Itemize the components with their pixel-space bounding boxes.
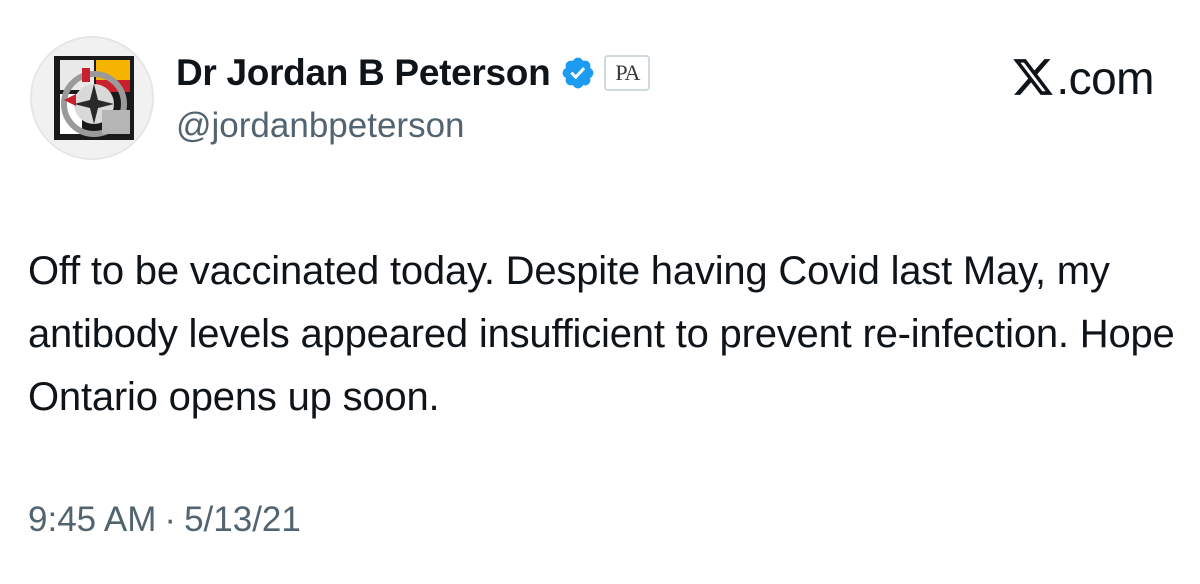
- tweet-time[interactable]: 9:45 AM: [28, 500, 156, 540]
- site-mark: .com: [1011, 50, 1154, 105]
- meta-separator: ·: [164, 500, 177, 539]
- author-display-name[interactable]: Dr Jordan B Peterson: [176, 52, 551, 94]
- verified-check-icon[interactable]: [560, 55, 596, 91]
- tweet-text: Off to be vaccinated today. Despite havi…: [28, 249, 1175, 419]
- author-identity: Dr Jordan B Peterson PA @jordanbpeterson: [176, 50, 651, 146]
- tweet-meta: 9:45 AM · 5/13/21: [28, 500, 301, 540]
- avatar-art-icon: [32, 38, 152, 158]
- author-handle[interactable]: @jordanbpeterson: [176, 106, 650, 146]
- avatar[interactable]: [30, 36, 154, 160]
- tweet-card: Dr Jordan B Peterson PA @jordanbpeterson…: [0, 0, 1200, 584]
- name-row: Dr Jordan B Peterson PA: [176, 50, 651, 96]
- site-mark-label: .com: [1056, 52, 1154, 104]
- tweet-date[interactable]: 5/13/21: [184, 500, 301, 540]
- x-logo-icon: [1011, 55, 1055, 99]
- affiliation-badge[interactable]: PA: [604, 55, 651, 91]
